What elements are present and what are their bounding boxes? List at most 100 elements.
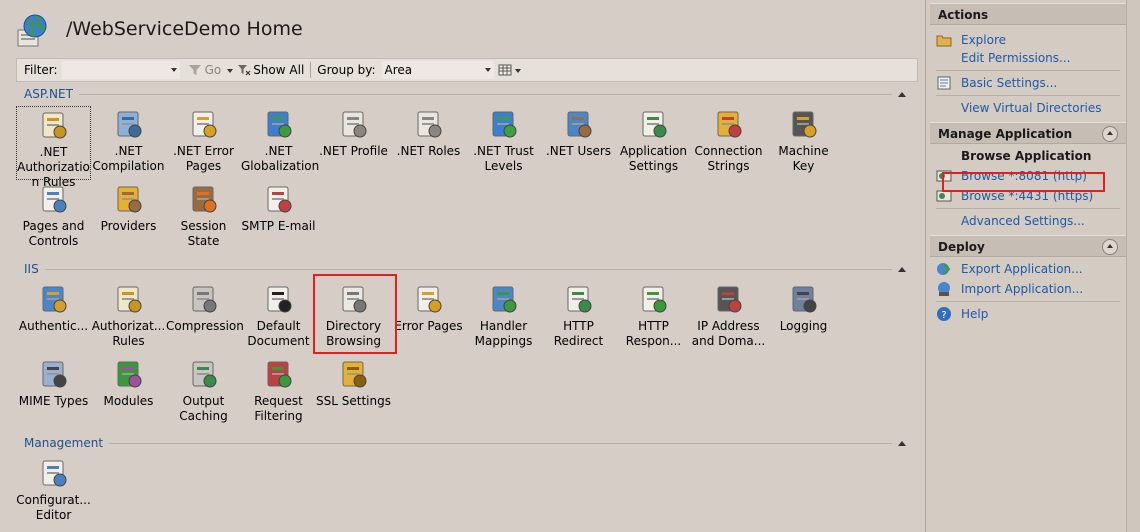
actions-divider <box>936 70 1120 71</box>
chevron-down-icon[interactable] <box>227 68 234 73</box>
collapse-icon[interactable] <box>1102 239 1118 255</box>
deploy-header[interactable]: Deploy <box>930 235 1126 257</box>
feature-label: .NET Profile <box>319 144 388 158</box>
feature-tile[interactable]: .NET Trust Levels <box>466 106 541 180</box>
collapse-icon[interactable] <box>898 266 906 272</box>
group-by-value: Area <box>384 63 413 77</box>
view-virtual-directories-link[interactable]: View Virtual Directories <box>961 101 1102 115</box>
feature-tile[interactable]: Machine Key <box>766 106 841 180</box>
feature-label: Output Caching <box>179 394 228 423</box>
edit-permissions-link[interactable]: Edit Permissions... <box>961 51 1070 65</box>
chevron-down-icon[interactable] <box>514 68 521 73</box>
feature-tile[interactable]: .NET Authorizatio n Rules <box>16 106 91 189</box>
feature-tile[interactable]: .NET Compilation <box>91 106 166 180</box>
feature-tile[interactable]: Default Document <box>241 281 316 355</box>
import-application-link[interactable]: Import Application... <box>961 282 1083 296</box>
go-button[interactable]: Go <box>188 63 234 77</box>
feature-tile[interactable]: Connection Strings <box>691 106 766 180</box>
trust-levels-icon <box>492 111 516 138</box>
view-virtual-directories-action[interactable]: View Virtual Directories <box>930 98 1126 118</box>
feature-tile[interactable]: Handler Mappings <box>466 281 541 355</box>
feature-tile[interactable]: Compression <box>166 281 244 355</box>
feature-tile[interactable]: .NET Globalization <box>241 106 320 180</box>
pages-controls-icon <box>42 186 66 213</box>
feature-label: Machine Key <box>778 144 829 173</box>
collapse-icon[interactable] <box>898 440 906 446</box>
feature-label: .NET Users <box>545 144 612 158</box>
manage-application-header[interactable]: Manage Application <box>930 122 1126 144</box>
feature-label: Connection Strings <box>694 144 763 173</box>
modules-icon <box>117 361 141 388</box>
compilation-icon <box>117 111 141 138</box>
feature-tile[interactable]: Authentic... <box>16 281 91 355</box>
feature-tile[interactable]: Session State <box>166 181 241 255</box>
default-document-icon <box>267 286 291 313</box>
export-application-link[interactable]: Export Application... <box>961 262 1083 276</box>
feature-label: Default Document <box>247 319 310 348</box>
edit-permissions-action[interactable]: Edit Permissions... <box>930 48 1126 68</box>
advanced-settings-link[interactable]: Advanced Settings... <box>961 214 1085 228</box>
feature-tile[interactable]: .NET Roles <box>391 106 466 180</box>
users-icon <box>567 111 591 138</box>
feature-tile[interactable]: Request Filtering <box>241 356 316 430</box>
feature-label: .NET Error Pages <box>173 144 234 173</box>
export-application-action[interactable]: Export Application... <box>930 259 1126 279</box>
feature-label: Handler Mappings <box>474 319 533 348</box>
filter-bar: Filter: Go Show All Group by: Area <box>16 58 918 82</box>
help-link[interactable]: Help <box>961 307 988 321</box>
scrollbar[interactable] <box>1126 0 1140 532</box>
basic-settings-link[interactable]: Basic Settings... <box>961 76 1057 90</box>
feature-label: Authorizat... Rules <box>91 319 166 348</box>
group-header-aspnet[interactable]: ASP.NET <box>24 87 906 101</box>
logging-icon <box>792 286 816 313</box>
feature-label: Logging <box>779 319 828 333</box>
output-caching-icon <box>192 361 216 388</box>
feature-label: .NET Globalization <box>241 144 320 173</box>
feature-tile[interactable]: Modules <box>91 356 166 430</box>
group-title: IIS <box>24 262 39 276</box>
profile-icon <box>342 111 366 138</box>
group-header-iis[interactable]: IIS <box>24 262 906 276</box>
feature-tile[interactable]: HTTP Respon... <box>616 281 691 355</box>
feature-tile[interactable]: IP Address and Doma... <box>691 281 766 355</box>
feature-tile[interactable]: .NET Error Pages <box>166 106 241 180</box>
feature-tile[interactable]: .NET Profile <box>316 106 391 180</box>
feature-tile[interactable]: Output Caching <box>166 356 241 430</box>
import-application-action[interactable]: Import Application... <box>930 279 1126 299</box>
advanced-settings-action[interactable]: Advanced Settings... <box>930 211 1126 231</box>
feature-tile[interactable]: SSL Settings <box>316 356 391 430</box>
feature-tile[interactable]: Error Pages <box>391 281 466 355</box>
feature-tile[interactable]: HTTP Redirect <box>541 281 616 355</box>
roles-icon <box>417 111 441 138</box>
explore-action[interactable]: Explore <box>930 30 1126 50</box>
collapse-icon[interactable] <box>898 91 906 97</box>
feature-tile[interactable]: Configurat... Editor <box>16 455 91 529</box>
browse-application-label: Browse Application <box>961 149 1092 163</box>
explore-link[interactable]: Explore <box>961 33 1006 47</box>
feature-tile[interactable]: Application Settings <box>616 106 691 180</box>
feature-label: HTTP Redirect <box>553 319 604 348</box>
feature-tile[interactable]: SMTP E-mail <box>241 181 316 255</box>
error-404-icon <box>192 111 216 138</box>
filter-input[interactable] <box>61 61 180 79</box>
chevron-down-icon[interactable] <box>484 68 491 72</box>
group-by-select[interactable]: Area <box>381 61 494 79</box>
feature-label: Application Settings <box>619 144 688 173</box>
show-all-button[interactable]: Show All <box>237 63 304 77</box>
feature-tile[interactable]: MIME Types <box>16 356 91 430</box>
basic-settings-action[interactable]: Basic Settings... <box>930 73 1126 93</box>
section-title: Manage Application <box>938 127 1073 141</box>
group-divider <box>109 442 892 444</box>
feature-label: Pages and Controls <box>22 219 85 248</box>
chevron-down-icon[interactable] <box>170 68 177 72</box>
feature-tile[interactable]: .NET Users <box>541 106 616 180</box>
group-header-management[interactable]: Management <box>24 436 906 450</box>
view-mode-button[interactable] <box>498 64 521 76</box>
help-action[interactable]: ? Help <box>930 304 1126 324</box>
feature-tile[interactable]: Logging <box>766 281 841 355</box>
collapse-icon[interactable] <box>1102 126 1118 142</box>
feature-tile[interactable]: Providers <box>91 181 166 255</box>
feature-tile[interactable]: Authorizat... Rules <box>91 281 166 355</box>
feature-tile[interactable]: Pages and Controls <box>16 181 91 255</box>
filter-label: Filter: <box>24 63 58 77</box>
